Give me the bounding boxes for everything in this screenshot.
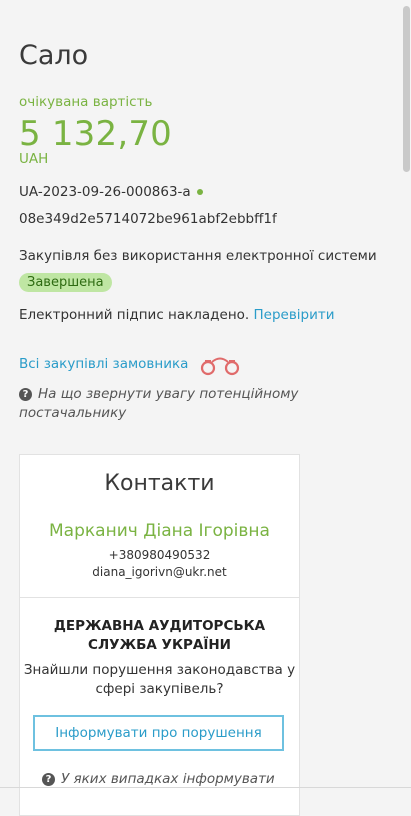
report-violation-button[interactable]: Інформувати про порушення [33, 715, 284, 751]
handcuffs-icon[interactable] [199, 354, 241, 376]
signature-text: Електронний підпис накладено. [19, 307, 250, 323]
bottom-edge [0, 787, 411, 788]
contact-email: diana_igorivn@ukr.net [92, 565, 227, 579]
status-badge: Завершена [19, 273, 112, 292]
divider [20, 597, 299, 598]
supplier-hint-link[interactable]: ? На що звернути увагу потенційному поста… [19, 385, 319, 423]
contacts-title: Контакти [104, 471, 215, 496]
contact-name: Марканич Діана Ігорівна [49, 521, 270, 541]
page-title: Сало [19, 40, 89, 71]
currency: UAH [19, 151, 49, 167]
estimated-value-label: очікувана вартість [19, 94, 153, 110]
all-customer-procurements-link[interactable]: Всі закупівлі замовника [19, 356, 188, 372]
when-to-report-text: У яких випадках інформувати [61, 771, 275, 787]
tender-hash: 08e349d2e5714072be961abf2ebbff1f [19, 211, 277, 227]
tender-id: UA-2023-09-26-000863-a [19, 184, 191, 200]
question-icon: ? [19, 388, 32, 401]
verify-signature-link[interactable]: Перевірити [254, 307, 335, 323]
tender-id-row: UA-2023-09-26-000863-a [19, 184, 203, 200]
status-dot-icon [196, 189, 203, 195]
contact-phone: +380980490532 [108, 548, 211, 562]
page-scrollbar[interactable] [403, 6, 410, 172]
estimated-amount: 5 132,70 [19, 114, 173, 154]
supplier-hint-text: На що звернути увагу потенційному постач… [19, 386, 299, 421]
audit-service-title: ДЕРЖАВНА АУДИТОРСЬКА СЛУЖБА УКРАЇНИ [53, 618, 266, 653]
procurement-type: Закупівля без використання електронної с… [19, 248, 377, 264]
audit-question: Знайшли порушення законодавства у сфері … [23, 662, 296, 697]
question-icon: ? [42, 773, 55, 786]
when-to-report-link[interactable]: ? У яких випадках інформувати [42, 771, 275, 787]
contacts-card: Контакти Марканич Діана Ігорівна +380980… [19, 454, 300, 816]
signature-row: Електронний підпис накладено. Перевірити [19, 307, 335, 323]
